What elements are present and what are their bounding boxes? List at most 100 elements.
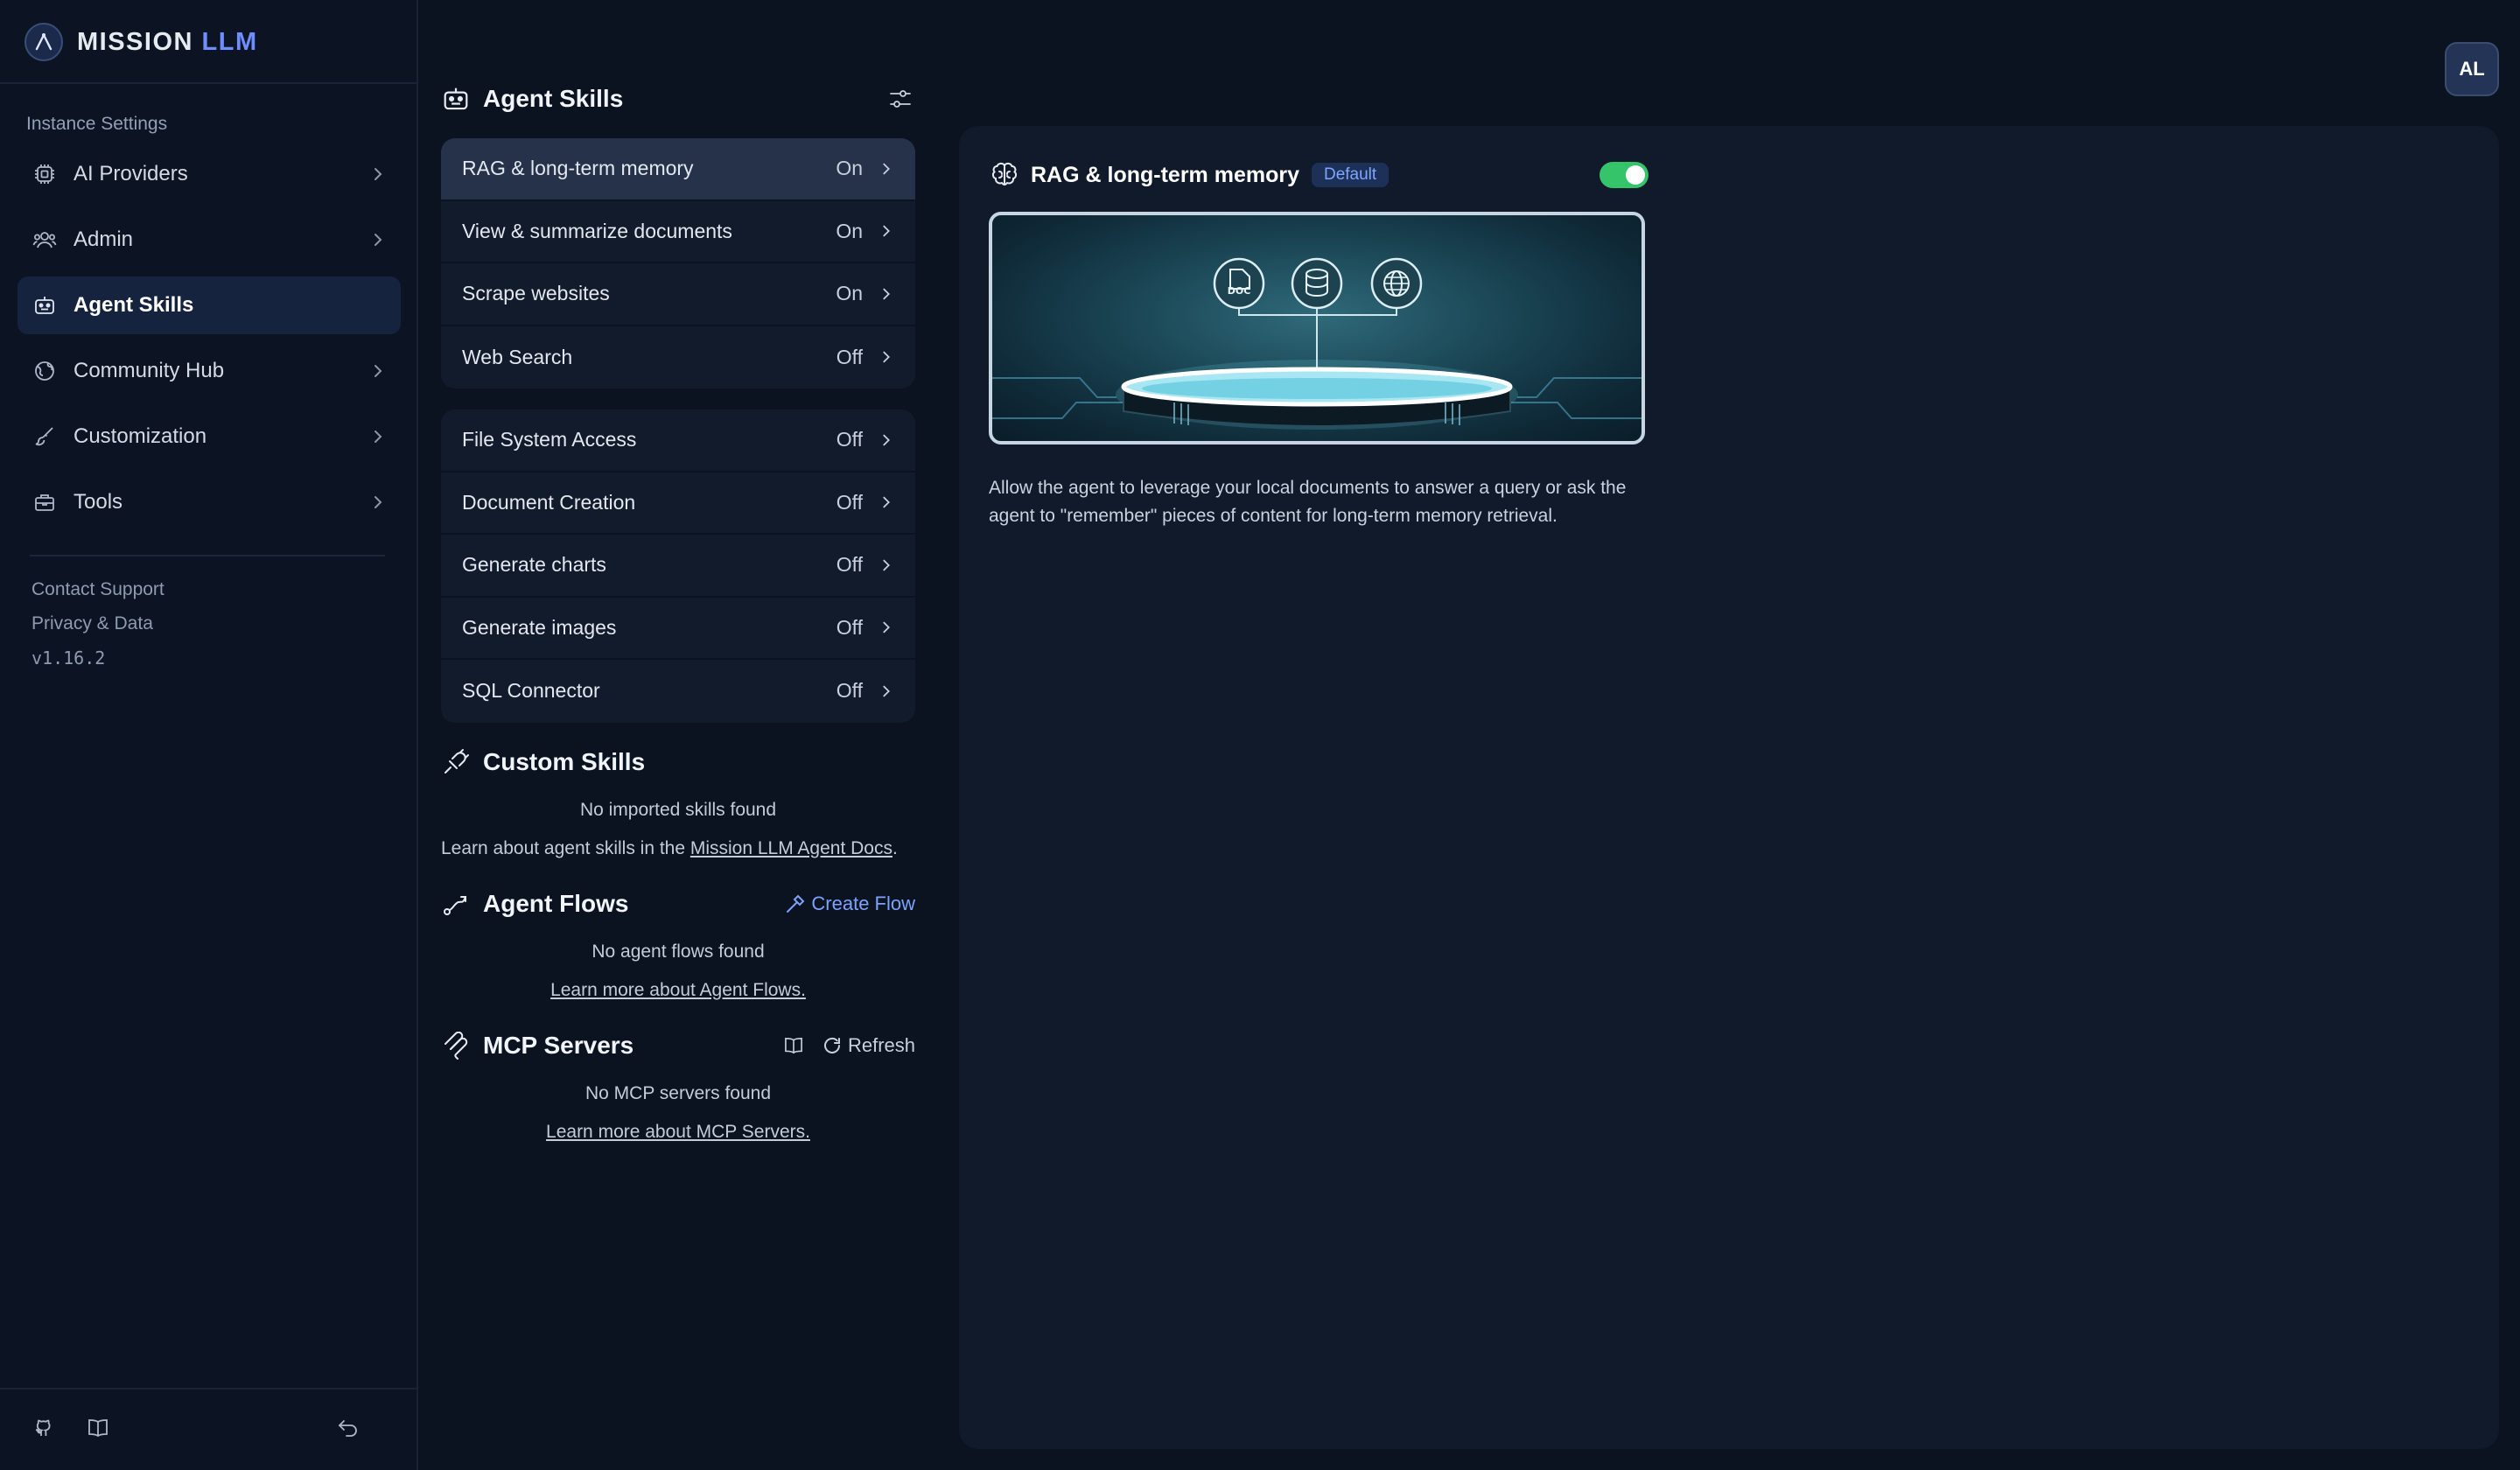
logo-icon [24,23,63,61]
contact-support-link[interactable]: Contact Support [32,578,164,612]
cpu-icon [32,161,58,187]
skill-name: SQL Connector [462,679,600,703]
empty-message: No MCP servers found [584,1082,772,1103]
flow-icon [441,889,471,919]
mcp-servers-section: MCP Servers Refresh No MCP servers found… [441,1027,915,1143]
section-title: MCP Servers [483,1031,634,1059]
brand[interactable]: MISSION LLM [24,23,258,61]
skill-row-sql[interactable]: SQL Connector Off [441,660,915,723]
skill-state: Off [836,490,863,514]
book-icon[interactable] [783,1037,804,1054]
mcp-servers-header: MCP Servers Refresh [441,1027,915,1064]
refresh-icon [823,1037,840,1054]
sidebar-item-tools[interactable]: Tools [18,473,401,531]
learn-text: Learn about agent skills in the Mission … [441,838,915,859]
skill-state: On [836,157,863,180]
agent-flows-link[interactable]: Learn more about Agent Flows. [550,980,806,1000]
sidebar-item-admin[interactable]: Admin [18,211,401,269]
custom-skills-section: Custom Skills No imported skills found L… [441,744,915,859]
skill-row-scrape[interactable]: Scrape websites On [441,263,915,326]
chevron-right-icon [374,430,382,443]
chevron-right-icon [883,434,890,446]
skill-description: Allow the agent to leverage your local d… [989,478,1627,526]
doc-icon: DOC [1213,257,1265,310]
sidebar-item-label: Customization [74,424,207,448]
robot-icon [441,84,471,114]
svg-text:DOC: DOC [1228,285,1251,297]
toggle-knob [1626,165,1645,185]
skill-row-rag[interactable]: RAG & long-term memory On [441,138,915,201]
chevron-right-icon [374,365,382,377]
globe-icon [32,358,58,384]
divider [30,555,385,556]
skill-name: Document Creation [462,490,636,514]
sidebar-item-label: Community Hub [74,359,225,382]
empty-message: No agent flows found [592,941,765,962]
skills-column: Agent Skills RAG & long-term memory On V… [441,79,915,1143]
avatar[interactable]: AL [2445,42,2499,96]
github-icon[interactable] [32,1416,56,1440]
learn-text: Learn more about Agent Flows. [441,980,915,1001]
sidebar-item-agent-skills[interactable]: Agent Skills [18,276,401,334]
paintbrush-icon [32,424,58,450]
sidebar-item-community-hub[interactable]: Community Hub [18,342,401,400]
chevron-right-icon [374,496,382,508]
skill-row-images[interactable]: Generate images Off [441,598,915,660]
default-skills-group: RAG & long-term memory On View & summari… [441,138,915,388]
chevron-right-icon [883,288,890,300]
sidebar-item-label: Admin [74,228,134,251]
refresh-button[interactable]: Refresh [822,1034,915,1057]
chevron-right-icon [883,685,890,697]
sidebar-item-customization[interactable]: Customization [18,408,401,466]
custom-skills-header: Custom Skills [441,744,915,780]
mcp-servers-link[interactable]: Learn more about MCP Servers. [546,1122,810,1142]
skill-detail-panel: RAG & long-term memory Default DOC Allow… [959,126,2499,1449]
skill-name: View & summarize documents [462,219,732,242]
sidebar-footer [32,1416,390,1440]
detail-title: RAG & long-term memory [1031,162,1299,187]
skill-hero-image: DOC [989,212,1645,444]
sliders-icon[interactable] [886,84,915,114]
chevron-right-icon [883,621,890,634]
skill-row-summarize[interactable]: View & summarize documents On [441,201,915,263]
empty-message: No imported skills found [579,799,777,820]
sidebar-item-ai-providers[interactable]: AI Providers [18,145,401,203]
agent-flows-section: Agent Flows Create Flow No agent flows f… [441,886,915,1001]
skill-row-charts[interactable]: Generate charts Off [441,535,915,598]
chevron-right-icon [883,225,890,237]
book-icon[interactable] [86,1416,110,1440]
chevron-right-icon [883,496,890,508]
chevron-right-icon [374,234,382,246]
sidebar-item-label: AI Providers [74,162,188,186]
learn-text: Learn more about MCP Servers. [441,1122,915,1143]
mcp-icon [441,1031,471,1060]
plug-icon [441,747,471,777]
section-title: Agent Flows [483,889,629,917]
skill-row-file-system[interactable]: File System Access Off [441,410,915,472]
sidebar-item-label: Tools [74,490,123,514]
skill-row-web-search[interactable]: Web Search Off [441,326,915,389]
chevron-right-icon [883,559,890,571]
skill-name: Generate images [462,615,617,639]
learn-prefix: Learn about agent skills in the [441,837,690,858]
toolbox-icon [32,489,58,515]
robot-icon [32,292,58,318]
privacy-data-link[interactable]: Privacy & Data [32,612,164,646]
skill-state: Off [836,615,863,639]
create-flow-button[interactable]: Create Flow [785,892,915,915]
skill-state: Off [836,553,863,577]
brain-icon [989,159,1020,191]
chevron-right-icon [883,351,890,363]
version-label: v1.16.2 [32,648,106,668]
hammer-icon [787,894,805,913]
skill-enabled-toggle[interactable] [1600,162,1648,188]
return-icon[interactable] [336,1416,360,1440]
skill-state: Off [836,679,863,703]
refresh-label: Refresh [847,1033,915,1056]
settings-nav: AI Providers Admin Agent Skills Communit… [18,145,401,539]
create-flow-label: Create Flow [811,892,915,914]
agent-docs-link[interactable]: Mission LLM Agent Docs [690,838,892,858]
database-icon [1291,257,1343,310]
detail-header: RAG & long-term memory Default [989,158,1648,192]
skill-row-document-creation[interactable]: Document Creation Off [441,472,915,535]
